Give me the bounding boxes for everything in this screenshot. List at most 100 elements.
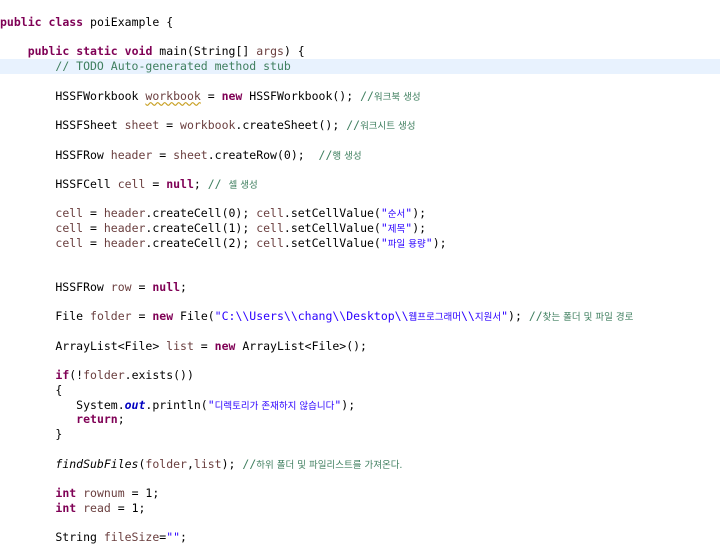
code-token: int (55, 500, 77, 515)
code-token: ; (117, 412, 125, 427)
code-token: sheet (124, 118, 160, 132)
code-line[interactable]: System.out.println("디렉토리가 존재하지 않습니다"); (0, 398, 720, 413)
code-line[interactable] (0, 162, 720, 177)
code-token: header (103, 235, 146, 250)
code-line[interactable]: String fileSize=""; (0, 530, 720, 545)
code-token: ; (180, 280, 187, 294)
code-token: HSSFRow (0, 280, 111, 294)
code-token: ArrayList<File> (0, 338, 167, 353)
code-token: .setCellValue( (283, 235, 381, 250)
code-token: // (360, 88, 374, 103)
current-line[interactable]: // TODO Auto-generated method stub (0, 59, 720, 75)
code-line[interactable]: HSSFCell cell = null; // 셀 생성 (0, 177, 720, 192)
code-line[interactable]: if(!folder.exists()) (0, 368, 720, 383)
code-line[interactable]: public class poiExample { (0, 15, 720, 30)
code-line[interactable] (0, 30, 720, 45)
code-token: 찾는 폴더 및 파일 경로 (542, 312, 634, 324)
code-line[interactable]: cell = header.createCell(0); cell.setCel… (0, 206, 720, 221)
code-line[interactable] (0, 354, 720, 369)
code-token: cell (256, 235, 284, 250)
code-line[interactable]: } (0, 427, 720, 442)
code-token: if (55, 368, 70, 383)
code-line[interactable] (0, 295, 720, 310)
code-line[interactable] (0, 103, 720, 118)
code-token: // (528, 309, 543, 324)
code-token: class (48, 15, 84, 29)
code-line[interactable]: public static void main(String[] args) { (0, 44, 720, 59)
code-token: String (0, 530, 104, 545)
code-line[interactable]: int rownum = 1; (0, 486, 720, 501)
code-token: header (103, 206, 146, 221)
code-token: sheet (173, 147, 208, 162)
code-token: = (200, 88, 222, 103)
code-token: list (166, 338, 194, 353)
code-token: = 1; (124, 486, 160, 500)
code-token: " (380, 235, 388, 250)
code-token: = (83, 235, 104, 250)
code-token: = (159, 118, 181, 132)
code-token: 디렉토리가 존재하지 않습니다 (214, 400, 335, 412)
code-line[interactable]: ArrayList<File> list = new ArrayList<Fil… (0, 339, 720, 354)
code-token: public (0, 15, 42, 29)
code-line[interactable]: int read = 1; (0, 501, 720, 516)
code-token: public (27, 44, 70, 59)
code-line[interactable] (0, 74, 720, 89)
code-token: args (256, 44, 284, 59)
code-token: folder (145, 456, 187, 471)
code-token: read (83, 500, 111, 515)
code-editor[interactable]: public class poiExample { public static … (0, 0, 720, 558)
code-token: cell (256, 206, 284, 221)
code-line[interactable]: findSubFiles(folder,list); //하위 폴더 및 파일리… (0, 457, 720, 472)
code-line[interactable]: HSSFRow header = sheet.createRow(0); //행… (0, 148, 720, 163)
code-token: .createRow(0); (207, 147, 319, 162)
code-token: 지원서 (474, 312, 502, 324)
code-line[interactable] (0, 324, 720, 339)
code-token: poiExample { (83, 15, 174, 29)
code-token: { (0, 383, 63, 397)
code-token: 하위 폴더 및 파일리스트를 가져온다. (256, 459, 403, 471)
code-token: static (76, 44, 118, 59)
code-line[interactable]: HSSFRow row = null; (0, 280, 720, 295)
code-token: File( (173, 309, 215, 324)
code-line[interactable] (0, 251, 720, 266)
code-token: folder (90, 309, 132, 324)
code-token: new (221, 88, 243, 103)
code-token: null (152, 280, 181, 294)
code-token: .createSheet(); (235, 118, 347, 132)
code-token: null (166, 176, 194, 191)
code-token: = (131, 280, 153, 294)
code-line[interactable] (0, 265, 720, 280)
code-line[interactable]: HSSFWorkbook workbook = new HSSFWorkbook… (0, 89, 720, 104)
code-token: = (131, 309, 153, 324)
code-line[interactable]: HSSFSheet sheet = workbook.createSheet()… (0, 118, 720, 133)
code-token: out (124, 397, 146, 412)
code-token: // (207, 176, 229, 191)
code-token: list (193, 456, 222, 471)
code-token: 워크시트 생성 (360, 121, 416, 132)
code-line[interactable] (0, 442, 720, 457)
code-token: " (380, 221, 388, 236)
code-line[interactable]: cell = header.createCell(1); cell.setCel… (0, 221, 720, 236)
code-line[interactable]: cell = header.createCell(2); cell.setCel… (0, 236, 720, 251)
code-line[interactable]: { (0, 383, 720, 398)
code-token: ; (193, 176, 208, 191)
code-line[interactable]: return; (0, 412, 720, 427)
code-token: = (145, 176, 167, 191)
code-token: 워크북 생성 (373, 91, 421, 103)
code-line[interactable]: File folder = new File("C:\\Users\\chang… (0, 309, 720, 324)
code-line[interactable] (0, 471, 720, 486)
code-token: fileSize (103, 530, 160, 545)
code-line[interactable] (0, 192, 720, 207)
code-line[interactable] (0, 133, 720, 148)
code-token: HSSFWorkbook(); (242, 88, 361, 103)
code-token: ); (341, 397, 356, 412)
code-line[interactable] (0, 516, 720, 531)
code-token: cell (55, 221, 84, 236)
